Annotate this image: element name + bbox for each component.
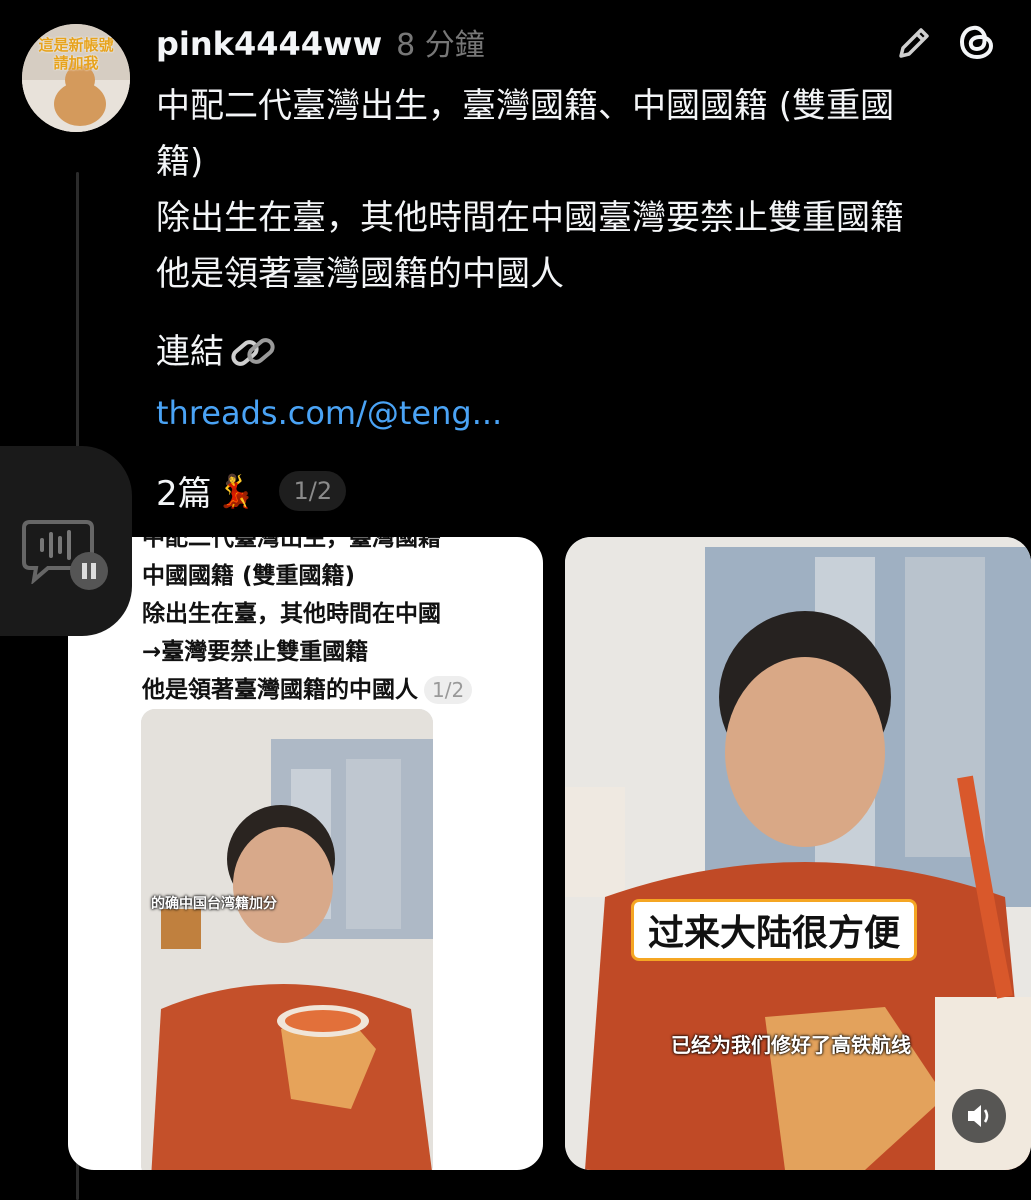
card1-subtitle: 的确中国台湾籍加分 [151,896,277,912]
card1-line: 中配二代臺灣出生，臺灣國籍 [142,537,441,551]
post-header: pink4444ww 8 分鐘 [156,20,485,64]
video-subtitle: 已经为我们修好了高铁航线 [671,1033,911,1057]
post-line: 他是領著臺灣國籍的中國人 [156,254,564,294]
sound-icon [968,1105,989,1127]
post-line: 籍) [156,142,204,182]
threads-logo-icon[interactable] [955,20,999,64]
pause-icon[interactable] [70,552,108,590]
card1-line: 除出生在臺，其他時間在中國 [142,601,441,627]
link-icon [231,338,275,366]
card1-line-text: 他是領著臺灣國籍的中國人 [142,677,418,703]
post-body: 中配二代臺灣出生，臺灣國籍、中國國籍 (雙重國 籍) 除出生在臺，其他時間在中國… [156,78,1006,302]
link-url[interactable]: threads.com/@teng... [156,386,502,440]
dancer-emoji: 💃 [215,471,256,510]
card1-text: 中配二代臺灣出生，臺灣國籍 中國國籍 (雙重國籍) 除出生在臺，其他時間在中國 … [142,537,542,709]
post-count-row: 2篇 💃 1/2 [156,466,347,515]
username[interactable]: pink4444ww [156,25,382,63]
boy-eating-noodles-video-frame [565,537,1031,1170]
media-card-text-screenshot[interactable]: 中配二代臺灣出生，臺灣國籍 中國國籍 (雙重國籍) 除出生在臺，其他時間在中國 … [68,537,543,1170]
sound-button[interactable] [952,1089,1006,1143]
video-caption-large: 过来大陆很方便 [631,899,918,961]
post-line: 除出生在臺，其他時間在中國臺灣要禁止雙重國籍 [156,198,904,238]
post-line: 中配二代臺灣出生，臺灣國籍、中國國籍 (雙重國 [156,86,895,126]
boy-eating-noodles-image [141,709,433,1170]
card1-line: 中國國籍 (雙重國籍) [142,563,356,589]
timestamp: 8 分鐘 [396,28,485,63]
card1-page-badge: 1/2 [424,676,473,704]
card1-line: →臺灣要禁止雙重國籍 [142,639,369,665]
avatar-text: 這是新帳號 請加我 [38,36,114,72]
card1-inner-photo [141,709,433,1170]
card1-line: 他是領著臺灣國籍的中國人 1/2 [142,671,542,709]
page-indicator: 1/2 [279,470,347,511]
link-label: 連結 [156,332,224,372]
post-count-text: 2篇 [156,474,212,514]
avatar[interactable]: 這是新帳號 請加我 [22,24,130,132]
link-label-row: 連結 [156,324,278,380]
edit-icon[interactable] [893,22,935,64]
media-card-video[interactable]: 过来大陆很方便 已经为我们修好了高铁航线 [565,537,1031,1170]
